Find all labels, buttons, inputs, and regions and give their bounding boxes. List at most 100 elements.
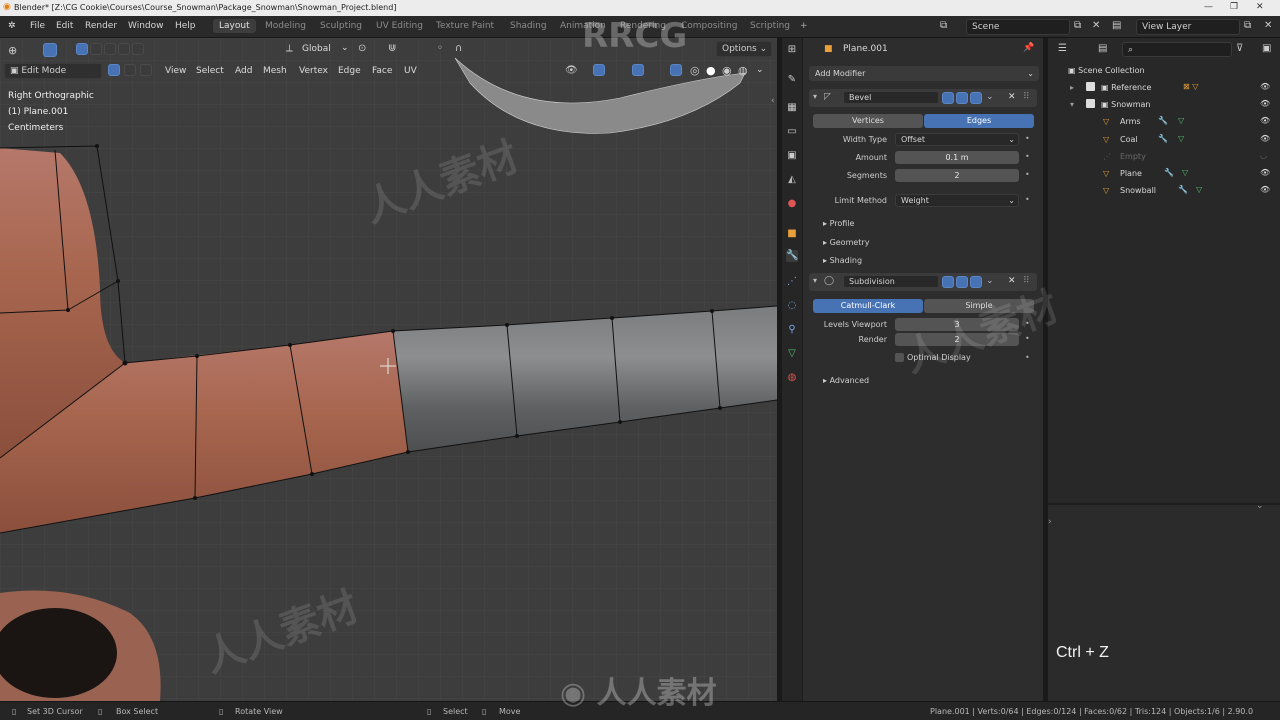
tab-uv-editing[interactable]: UV Editing — [376, 21, 423, 31]
menu-vertex[interactable]: Vertex — [299, 66, 328, 76]
overlay-toggle-icon[interactable] — [632, 64, 644, 76]
optimal-display-checkbox[interactable] — [895, 353, 904, 362]
render-toggle-icon[interactable] — [970, 92, 982, 104]
shading-dropdown-icon[interactable]: ⌄ — [756, 65, 764, 75]
tab-texture-paint[interactable]: Texture Paint — [436, 21, 494, 31]
width-type-dropdown[interactable]: Offset ⌄ — [895, 133, 1019, 146]
scene-collection-row[interactable]: ▣ Scene Collection — [1068, 66, 1145, 75]
new-view-layer-icon[interactable]: ⧉ — [1244, 20, 1251, 31]
modifier-menu-icon[interactable]: ⌄ — [986, 92, 994, 102]
options-dropdown[interactable]: Options ⌄ — [716, 41, 772, 57]
menu-edit[interactable]: Edit — [56, 21, 73, 31]
visibility-eye-icon[interactable]: 👁 — [1260, 99, 1270, 108]
tab-vertices[interactable]: Vertices — [813, 114, 923, 128]
xray-toggle-icon[interactable] — [670, 64, 682, 76]
menu-add[interactable]: Add — [235, 66, 252, 76]
gizmo-toggle-icon[interactable] — [593, 64, 605, 76]
tab-modeling[interactable]: Modeling — [265, 21, 306, 31]
close-icon[interactable]: ✕ — [1256, 2, 1264, 12]
add-workspace-icon[interactable]: + — [800, 21, 808, 31]
hidden-eye-icon[interactable]: ◡ — [1260, 151, 1267, 160]
proportional-edit-icon[interactable]: ◦ — [437, 43, 443, 54]
keyframe-dot-icon[interactable]: • — [1025, 170, 1030, 179]
editmode-toggle-icon[interactable] — [942, 92, 954, 104]
outliner-item-reference[interactable]: ▣ Reference — [1101, 83, 1151, 92]
menu-file[interactable]: File — [30, 21, 45, 31]
tab-rendering[interactable]: Rendering — [620, 21, 666, 31]
remove-modifier-icon[interactable]: ✕ — [1008, 276, 1016, 286]
bevel-modifier-header[interactable]: ▾ ◸ Bevel ⌄ ✕ ⠿ — [809, 89, 1037, 107]
remove-modifier-icon[interactable]: ✕ — [1008, 92, 1016, 102]
output-tab-icon[interactable]: ▭ — [786, 126, 798, 138]
world-tab-icon[interactable]: ● — [786, 198, 798, 210]
properties-editor-icon[interactable]: ⊞ — [786, 44, 798, 56]
collapse-arrow-icon[interactable]: ▾ — [813, 276, 817, 285]
tab-sculpting[interactable]: Sculpting — [320, 21, 362, 31]
editmode-toggle-icon[interactable] — [942, 276, 954, 288]
snap-icon[interactable]: ⋓ — [388, 43, 396, 54]
outliner-item-empty[interactable]: Empty — [1120, 152, 1146, 161]
visibility-eye-icon[interactable]: 👁 — [1260, 185, 1270, 194]
exclude-checkbox[interactable] — [1086, 99, 1095, 108]
menu-mesh[interactable]: Mesh — [263, 66, 287, 76]
visibility-eye-icon[interactable]: 👁 — [1260, 168, 1270, 177]
keyframe-dot-icon[interactable]: • — [1025, 319, 1030, 328]
keyframe-dot-icon[interactable]: • — [1025, 334, 1030, 343]
chevron-down-icon[interactable]: ⌄ — [1256, 501, 1264, 511]
outliner-item-plane[interactable]: Plane — [1120, 169, 1142, 178]
keyframe-dot-icon[interactable]: • — [1025, 353, 1030, 362]
exclude-checkbox[interactable] — [1086, 82, 1095, 91]
rendered-shading-icon[interactable]: ◍ — [738, 64, 748, 77]
keyframe-dot-icon[interactable]: • — [1025, 195, 1030, 204]
select-mode-subtract-icon[interactable] — [104, 43, 116, 55]
view-layer-icon[interactable]: ▤ — [1112, 20, 1121, 31]
drag-handle-icon[interactable]: ⠿ — [1023, 92, 1030, 102]
menu-face[interactable]: Face — [372, 66, 392, 76]
physics-tab-icon[interactable]: ◌ — [786, 300, 798, 312]
delete-scene-icon[interactable]: ✕ — [1092, 20, 1100, 31]
falloff-icon[interactable]: ∩ — [455, 43, 462, 54]
menu-uv[interactable]: UV — [404, 66, 417, 76]
solid-shading-icon[interactable]: ● — [706, 64, 716, 77]
sidebar-toggle-icon[interactable]: ‹ — [771, 96, 775, 106]
viewport-toggle-icon[interactable] — [956, 92, 968, 104]
outliner-item-coal[interactable]: Coal — [1120, 135, 1138, 144]
constraints-tab-icon[interactable]: ⚲ — [786, 324, 798, 336]
new-collection-icon[interactable]: ▣ — [1262, 43, 1271, 54]
levels-viewport-field[interactable]: 3 — [895, 318, 1019, 331]
object-tab-icon[interactable]: ■ — [786, 228, 798, 240]
maximize-icon[interactable]: ❐ — [1230, 2, 1238, 12]
collapse-arrow-icon[interactable]: ▾ — [1070, 100, 1074, 109]
select-mode-intersect-icon[interactable] — [132, 43, 144, 55]
display-mode-icon[interactable]: ▤ — [1098, 43, 1107, 54]
expand-arrow-icon[interactable]: › — [1048, 517, 1052, 527]
tab-scripting[interactable]: Scripting — [750, 21, 790, 31]
keyframe-dot-icon[interactable]: • — [1025, 152, 1030, 161]
scene-selector[interactable]: Scene — [966, 19, 1070, 35]
subpanel-geometry[interactable]: ▸ Geometry — [823, 238, 869, 247]
keyframe-dot-icon[interactable]: • — [1025, 134, 1030, 143]
select-tool-icon[interactable] — [43, 43, 57, 57]
tab-animation[interactable]: Animation — [560, 21, 606, 31]
modifier-tab-icon[interactable]: 🔧 — [786, 250, 798, 262]
subpanel-advanced[interactable]: ▸ Advanced — [823, 376, 869, 385]
filter-icon[interactable]: ⊽ — [1236, 43, 1243, 54]
scene-tab-icon[interactable]: ◭ — [786, 174, 798, 186]
3d-viewport[interactable] — [0, 38, 777, 701]
orientation-dropdown-icon[interactable]: ⌄ — [341, 43, 349, 53]
delete-view-layer-icon[interactable]: ✕ — [1264, 20, 1272, 31]
drag-handle-icon[interactable]: ⠿ — [1023, 276, 1030, 286]
blender-menu-icon[interactable]: ✲ — [8, 21, 16, 31]
menu-window[interactable]: Window — [128, 21, 164, 31]
select-mode-extend-icon[interactable] — [90, 43, 102, 55]
new-scene-icon[interactable]: ⧉ — [1074, 20, 1081, 31]
collapse-arrow-icon[interactable]: ▾ — [813, 92, 817, 101]
subdivision-name-field[interactable]: Subdivision — [843, 275, 939, 288]
subpanel-shading[interactable]: ▸ Shading — [823, 256, 862, 265]
render-levels-field[interactable]: 2 — [895, 333, 1019, 346]
menu-render[interactable]: Render — [85, 21, 117, 31]
menu-help[interactable]: Help — [175, 21, 196, 31]
visibility-eye-icon[interactable]: 👁 — [1260, 82, 1270, 91]
add-modifier-dropdown[interactable]: Add Modifier ⌄ — [809, 66, 1039, 81]
pin-icon[interactable]: 📌 — [1023, 43, 1034, 53]
